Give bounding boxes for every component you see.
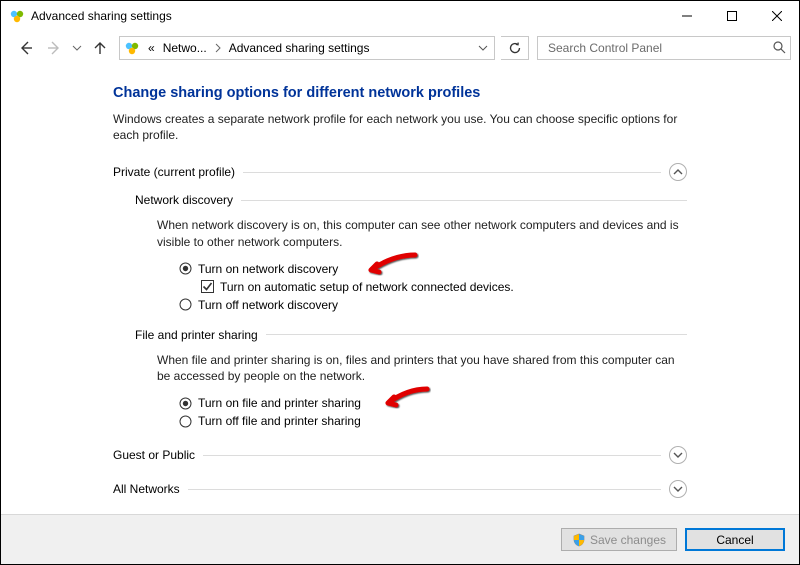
- refresh-button[interactable]: [501, 36, 529, 60]
- profile-label: Guest or Public: [113, 448, 195, 462]
- profile-all-networks: All Networks: [113, 478, 687, 500]
- shield-icon: [572, 533, 586, 547]
- radio-network-discovery-on[interactable]: Turn on network discovery: [179, 260, 687, 278]
- save-changes-button[interactable]: Save changes: [561, 528, 677, 551]
- radio-network-discovery-off[interactable]: Turn off network discovery: [179, 296, 687, 314]
- chevron-down-icon[interactable]: [669, 480, 687, 498]
- option-label: Turn on network discovery: [198, 262, 338, 276]
- profile-private: Private (current profile) Network discov…: [113, 161, 687, 430]
- control-panel-icon: [9, 8, 25, 24]
- section-file-printer-sharing: File and printer sharing When file and p…: [135, 328, 687, 430]
- profile-private-header[interactable]: Private (current profile): [113, 161, 687, 183]
- footer: Save changes Cancel: [1, 514, 799, 564]
- history-dropdown[interactable]: [69, 35, 85, 61]
- profile-label: Private (current profile): [113, 165, 235, 179]
- titlebar: Advanced sharing settings: [1, 1, 799, 31]
- cancel-button[interactable]: Cancel: [685, 528, 785, 551]
- navbar: « Netwo... Advanced sharing settings: [1, 31, 799, 65]
- back-button[interactable]: [13, 35, 39, 61]
- content-area: Change sharing options for different net…: [1, 65, 799, 514]
- section-header: Network discovery: [135, 193, 687, 207]
- search-box[interactable]: [537, 36, 791, 60]
- option-label: Turn on file and printer sharing: [198, 396, 361, 410]
- radio-icon: [179, 298, 192, 311]
- profile-label: All Networks: [113, 482, 180, 496]
- button-label: Save changes: [590, 533, 666, 547]
- option-label: Turn off file and printer sharing: [198, 414, 361, 428]
- profile-guest-public: Guest or Public: [113, 444, 687, 466]
- radio-icon: [179, 397, 192, 410]
- breadcrumb-prefix[interactable]: «: [144, 37, 159, 59]
- section-label: File and printer sharing: [135, 328, 258, 342]
- checkbox-auto-setup[interactable]: Turn on automatic setup of network conne…: [201, 278, 687, 296]
- radio-file-sharing-on[interactable]: Turn on file and printer sharing: [179, 394, 687, 412]
- close-button[interactable]: [754, 1, 799, 31]
- page-intro: Windows creates a separate network profi…: [113, 111, 687, 143]
- search-input[interactable]: [546, 40, 772, 56]
- profile-guest-public-header[interactable]: Guest or Public: [113, 444, 687, 466]
- profile-all-networks-header[interactable]: All Networks: [113, 478, 687, 500]
- chevron-right-icon[interactable]: [211, 37, 225, 59]
- breadcrumb-advanced-sharing[interactable]: Advanced sharing settings: [225, 37, 374, 59]
- section-network-discovery: Network discovery When network discovery…: [135, 193, 687, 313]
- section-header: File and printer sharing: [135, 328, 687, 342]
- up-button[interactable]: [87, 35, 113, 61]
- page-title: Change sharing options for different net…: [113, 85, 687, 101]
- chevron-down-icon[interactable]: [669, 446, 687, 464]
- option-label: Turn on automatic setup of network conne…: [220, 280, 514, 294]
- maximize-button[interactable]: [709, 1, 754, 31]
- search-icon[interactable]: [772, 40, 786, 57]
- forward-button[interactable]: [41, 35, 67, 61]
- minimize-button[interactable]: [664, 1, 709, 31]
- section-desc: When network discovery is on, this compu…: [157, 217, 687, 249]
- address-bar[interactable]: « Netwo... Advanced sharing settings: [119, 36, 495, 60]
- checkbox-icon: [201, 280, 214, 293]
- chevron-up-icon[interactable]: [669, 163, 687, 181]
- section-desc: When file and printer sharing is on, fil…: [157, 352, 687, 384]
- annotation-arrow-icon: [381, 386, 431, 414]
- window-title: Advanced sharing settings: [31, 9, 172, 23]
- radio-file-sharing-off[interactable]: Turn off file and printer sharing: [179, 412, 687, 430]
- address-dropdown[interactable]: [474, 37, 492, 59]
- option-label: Turn off network discovery: [198, 298, 338, 312]
- section-label: Network discovery: [135, 193, 233, 207]
- radio-icon: [179, 415, 192, 428]
- button-label: Cancel: [716, 533, 753, 547]
- control-panel-icon: [124, 40, 140, 56]
- breadcrumb-network[interactable]: Netwo...: [159, 37, 211, 59]
- radio-icon: [179, 262, 192, 275]
